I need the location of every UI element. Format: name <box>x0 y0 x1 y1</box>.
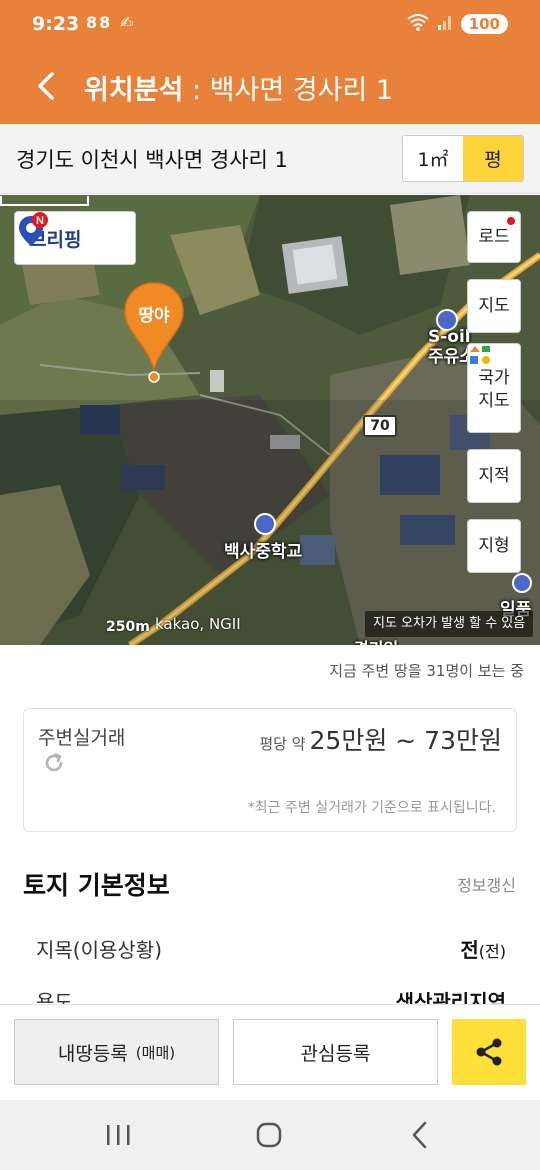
route-number: 70 <box>370 418 390 434</box>
nearby-trade-title: 주변실거래 <box>38 727 126 749</box>
info-value: 전(전) <box>460 934 506 963</box>
national-map-label-2: 지도 <box>478 391 510 411</box>
map-error-notice: 지도 오차가 발생 할 수 있음 <box>365 611 534 637</box>
status-bar: 9:23 88 ✍ 100 <box>0 0 540 52</box>
back-nav-icon[interactable] <box>400 1118 440 1152</box>
briefing-badge: N <box>36 215 44 227</box>
unit-pyeong-button[interactable]: 평 <box>463 136 523 181</box>
battery-indicator: 100 <box>460 14 508 34</box>
briefing-icon: N <box>19 212 48 246</box>
register-sub-label: (매매) <box>135 1043 176 1062</box>
new-indicator-dot <box>507 217 515 225</box>
national-map-icon <box>470 346 490 364</box>
trade-note: *최근 주변 실거래가 기준으로 표시됩니다. <box>247 800 496 816</box>
status-time: 9:23 <box>32 13 80 35</box>
location-pin[interactable]: 땅야 <box>122 281 186 391</box>
nearby-trade-card: 주변실거래 평당 약 25만원 ~ 73만원 *최근 주변 실거래가 기준으로 표… <box>23 708 517 832</box>
wifi-icon <box>407 13 429 35</box>
route-shield: 70 <box>363 415 397 437</box>
system-nav-bar <box>0 1100 540 1170</box>
briefing-button[interactable]: N 브리핑 <box>14 211 136 265</box>
recent-apps-icon[interactable] <box>98 1118 138 1152</box>
info-value-main: 전 <box>460 938 479 962</box>
unit-toggle: 1㎡ 평 <box>402 135 524 182</box>
national-map-button[interactable]: 국가 지도 <box>467 343 521 433</box>
scale-label: 250m <box>106 619 150 635</box>
bottom-action-bar: 내땅등록 (매매) 관심등록 <box>0 1004 540 1100</box>
chevron-left-icon <box>38 72 54 100</box>
map-attribution: kakao, NGII <box>155 615 241 633</box>
map-type-button[interactable]: 지도 <box>467 279 521 333</box>
refresh-icon[interactable] <box>42 751 66 775</box>
price-range: 평당 약 25만원 ~ 73만원 <box>259 721 502 757</box>
share-button[interactable] <box>452 1019 526 1085</box>
address-row: 경기도 이천시 백사면 경사리 1 1㎡ 평 <box>0 124 540 194</box>
title-place: 백사면 경사리 1 <box>209 75 394 106</box>
title-separator: : <box>183 75 210 106</box>
notification-icons: 88 ✍ <box>86 13 136 32</box>
terrain-button[interactable]: 지형 <box>467 519 521 573</box>
refresh-info-link[interactable]: 정보갱신 <box>457 872 516 896</box>
viewers-count: 지금 주변 땅을 31명이 보는 중 <box>329 662 524 680</box>
signal-icon <box>437 13 453 35</box>
road-view-label: 로드 <box>478 226 510 247</box>
unit-sqm-button[interactable]: 1㎡ <box>403 136 463 181</box>
cadastral-button[interactable]: 지적 <box>467 449 521 503</box>
home-icon[interactable] <box>249 1118 289 1152</box>
info-value-sub: (전) <box>478 942 506 961</box>
national-map-label-1: 국가 <box>478 368 510 388</box>
gas-station-icon <box>436 309 458 331</box>
price-range-value: 25만원 ~ 73만원 <box>309 726 502 755</box>
cadastral-label: 지적 <box>478 465 510 486</box>
map-view[interactable]: S-oil 주유소 70 백사중학교 일품 경기인 N 브리핑 땅야 로드 지도 <box>0 195 540 645</box>
terrain-label: 지형 <box>478 535 510 556</box>
shop-icon <box>512 573 532 593</box>
map-pin-icon <box>124 282 184 383</box>
basic-info-title: 토지 기본정보 <box>23 871 170 900</box>
back-button[interactable] <box>28 66 68 106</box>
school-icon <box>254 513 276 535</box>
page-title: 위치분석 : 백사면 경사리 1 <box>84 68 393 107</box>
share-icon <box>476 1038 502 1066</box>
interest-label: 관심등록 <box>300 1042 371 1065</box>
info-label: 지목(이용상황) <box>36 938 163 962</box>
price-prefix: 평당 약 <box>259 735 306 753</box>
app-header: 위치분석 : 백사면 경사리 1 <box>0 52 540 124</box>
map-type-label: 지도 <box>478 295 510 316</box>
register-land-button[interactable]: 내땅등록 (매매) <box>14 1019 219 1085</box>
title-main: 위치분석 <box>84 75 184 106</box>
pin-label: 땅야 <box>138 306 170 326</box>
add-interest-button[interactable]: 관심등록 <box>233 1019 438 1085</box>
road-view-button[interactable]: 로드 <box>467 211 521 263</box>
register-label: 내땅등록 <box>57 1042 128 1065</box>
status-right: 100 <box>407 13 508 35</box>
map-label-school: 백사중학교 <box>224 542 303 562</box>
scale-bar <box>0 196 89 206</box>
address-text: 경기도 이천시 백사면 경사리 1 <box>16 148 288 172</box>
